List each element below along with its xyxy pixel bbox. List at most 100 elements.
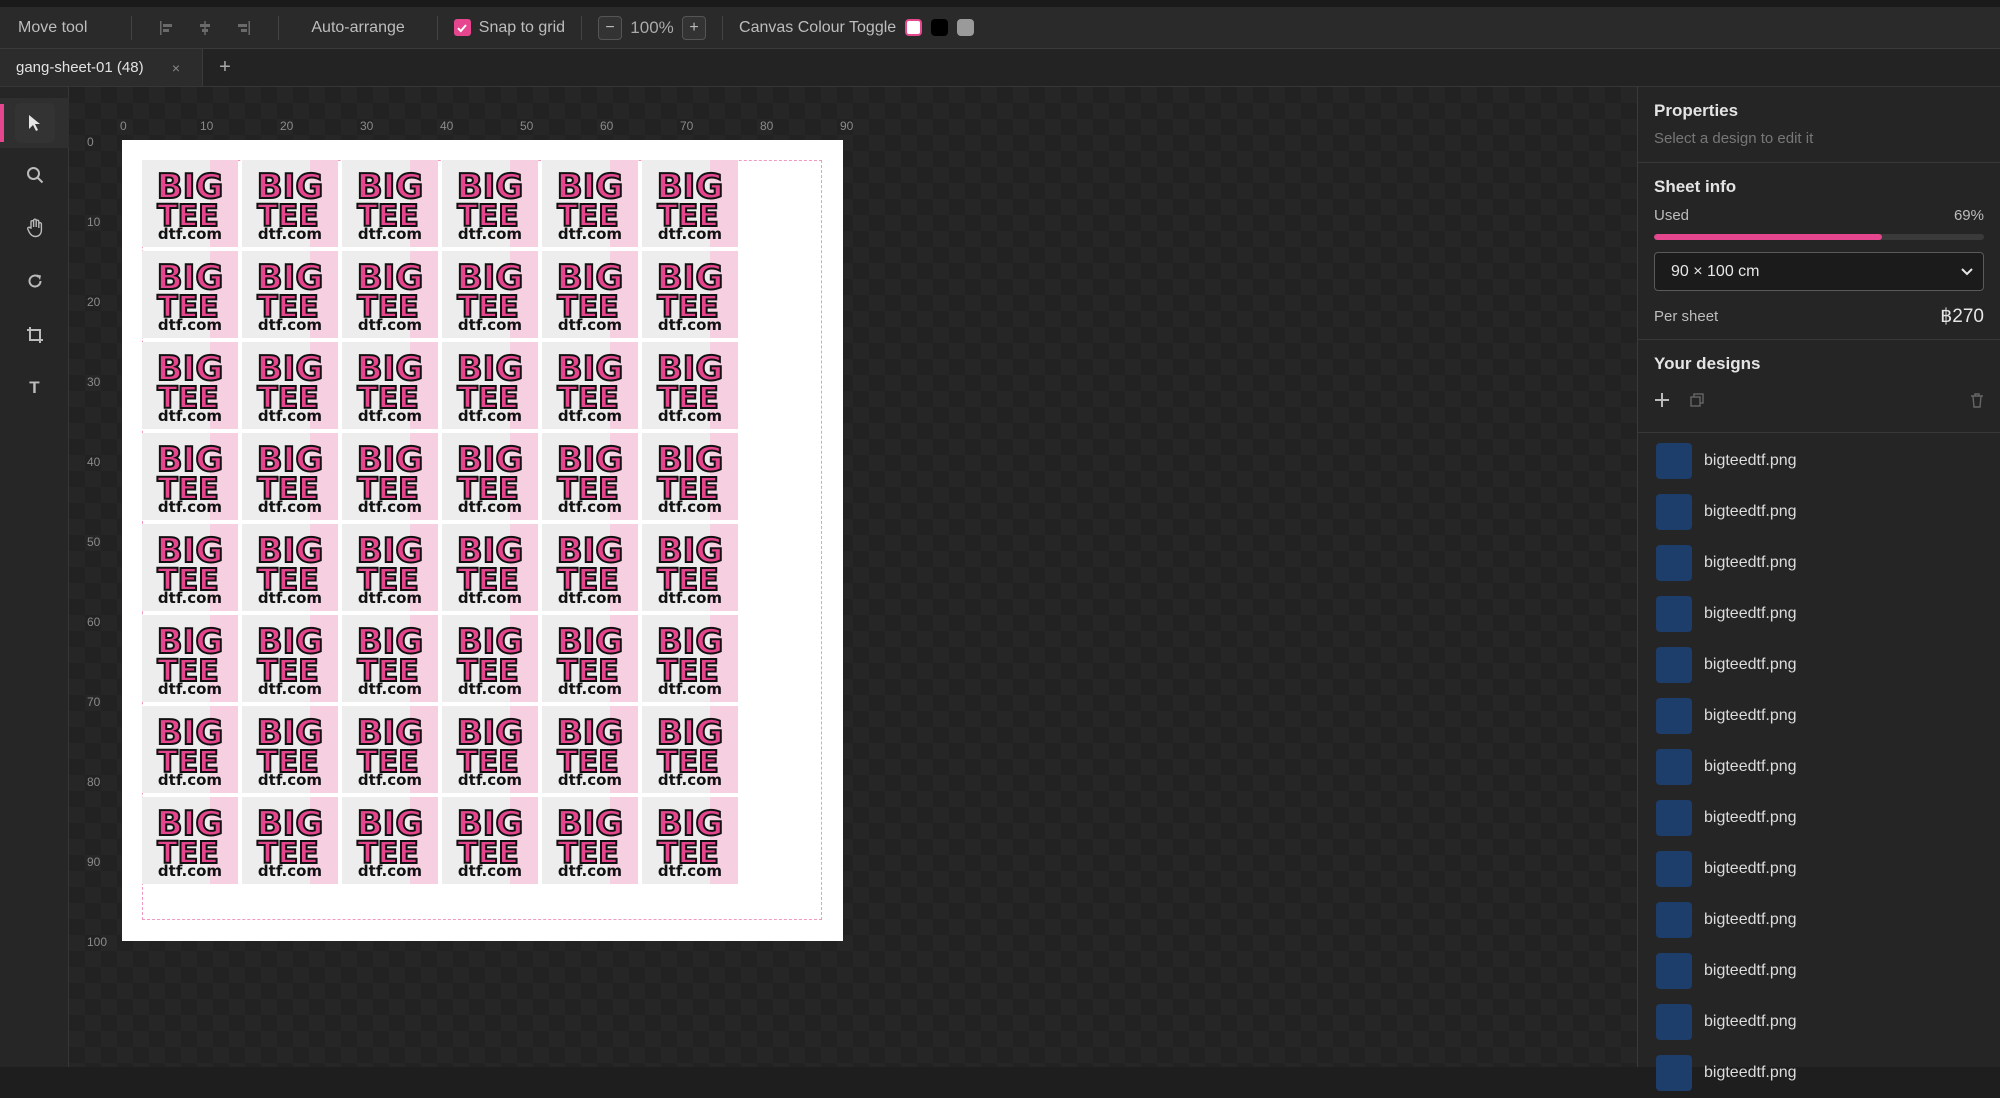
design-tile[interactable]: BIG TEE dtf.com: [342, 797, 438, 884]
design-tile[interactable]: BIG TEE dtf.com: [242, 160, 338, 247]
gang-sheet[interactable]: BIG TEE dtf.com BIG TEE dtf.com BIG TEE dtf.com B…: [122, 140, 843, 941]
tile-url-text: dtf.com: [458, 407, 522, 425]
design-tile[interactable]: BIG TEE dtf.com: [142, 524, 238, 611]
design-tile[interactable]: BIG TEE dtf.com: [442, 342, 538, 429]
canvas-colour-white-swatch[interactable]: [905, 19, 923, 36]
design-tile[interactable]: BIG TEE dtf.com: [542, 797, 638, 884]
design-tile[interactable]: BIG TEE dtf.com: [642, 160, 738, 247]
design-list-item[interactable]: bigteedtf.png: [1638, 435, 2000, 486]
design-tile[interactable]: BIG TEE dtf.com: [442, 160, 538, 247]
design-tile[interactable]: BIG TEE dtf.com: [642, 524, 738, 611]
design-tile[interactable]: BIG TEE dtf.com: [642, 433, 738, 520]
add-design-icon[interactable]: [1654, 392, 1670, 408]
design-tile[interactable]: BIG TEE dtf.com: [442, 706, 538, 793]
pointer-tool-button[interactable]: [0, 98, 69, 148]
tile-url-text: dtf.com: [558, 225, 622, 243]
design-tile[interactable]: BIG TEE dtf.com: [242, 251, 338, 338]
sheet-size-select[interactable]: 90 × 100 cm: [1654, 252, 1984, 291]
design-list-item[interactable]: bigteedtf.png: [1638, 537, 2000, 588]
design-artwork: BIGTEEdtf.com: [256, 621, 324, 698]
auto-arrange-button[interactable]: Auto-arrange: [295, 7, 420, 48]
duplicate-icon[interactable]: [1690, 393, 1704, 407]
design-tile[interactable]: BIG TEE dtf.com: [142, 706, 238, 793]
zoom-value: 100%: [630, 17, 674, 37]
tile-url-text: dtf.com: [158, 680, 222, 698]
design-artwork: BIGTEEdtf.com: [556, 803, 624, 880]
rotate-tool-button[interactable]: [0, 256, 69, 306]
design-list-item[interactable]: bigteedtf.png: [1638, 690, 2000, 741]
design-tile[interactable]: BIG TEE dtf.com: [542, 342, 638, 429]
trash-icon[interactable]: [1970, 392, 1984, 408]
design-tile[interactable]: BIG TEE dtf.com: [142, 615, 238, 702]
tab-close-icon[interactable]: ×: [172, 60, 180, 76]
zoom-tool-button[interactable]: [0, 150, 69, 200]
design-list-item[interactable]: bigteedtf.png: [1638, 996, 2000, 1047]
design-tile[interactable]: BIG TEE dtf.com: [342, 160, 438, 247]
crop-tool-button[interactable]: [0, 310, 69, 360]
design-tile[interactable]: BIG TEE dtf.com: [442, 433, 538, 520]
zoom-out-button[interactable]: −: [598, 15, 623, 40]
design-tile[interactable]: BIG TEE dtf.com: [342, 433, 438, 520]
add-tab-button[interactable]: +: [203, 49, 247, 86]
design-tile[interactable]: BIG TEE dtf.com: [342, 342, 438, 429]
align-center-icon[interactable]: [194, 17, 216, 39]
design-tile[interactable]: BIG TEE dtf.com: [242, 797, 338, 884]
design-list-item[interactable]: bigteedtf.png: [1638, 1047, 2000, 1098]
align-right-icon[interactable]: [232, 17, 254, 39]
design-tile[interactable]: BIG TEE dtf.com: [642, 706, 738, 793]
ruler-y-tick: 10: [87, 215, 101, 229]
text-tool-button[interactable]: T: [0, 363, 69, 413]
design-tile[interactable]: BIG TEE dtf.com: [542, 251, 638, 338]
design-tile[interactable]: BIG TEE dtf.com: [242, 706, 338, 793]
design-tile[interactable]: BIG TEE dtf.com: [142, 433, 238, 520]
design-tile[interactable]: BIG TEE dtf.com: [242, 524, 338, 611]
design-artwork: BIGTEEdtf.com: [656, 530, 724, 607]
design-tile[interactable]: BIG TEE dtf.com: [642, 615, 738, 702]
tab-gang-sheet[interactable]: gang-sheet-01 (48) ×: [0, 49, 203, 86]
snap-checkbox[interactable]: [453, 19, 471, 36]
design-tile[interactable]: BIG TEE dtf.com: [642, 251, 738, 338]
design-tile[interactable]: BIG TEE dtf.com: [242, 342, 338, 429]
design-tile[interactable]: BIG TEE dtf.com: [242, 433, 338, 520]
design-tile[interactable]: BIG TEE dtf.com: [142, 342, 238, 429]
align-left-icon[interactable]: [156, 17, 178, 39]
design-thumbnail: [1656, 493, 1692, 530]
divider: [722, 15, 724, 40]
design-tile[interactable]: BIG TEE dtf.com: [142, 160, 238, 247]
design-canvas[interactable]: 0 10 20 30 40 50 60 70 80 90 0 10 20 30 40 50 60 70 80 90 1…: [69, 87, 1637, 1067]
design-list-item[interactable]: bigteedtf.png: [1638, 894, 2000, 945]
design-tile[interactable]: BIG TEE dtf.com: [342, 251, 438, 338]
design-list-item[interactable]: bigteedtf.png: [1638, 588, 2000, 639]
canvas-colour-grey-swatch[interactable]: [957, 19, 975, 36]
design-tile[interactable]: BIG TEE dtf.com: [142, 251, 238, 338]
design-tile[interactable]: BIG TEE dtf.com: [442, 797, 538, 884]
design-tile[interactable]: BIG TEE dtf.com: [442, 615, 538, 702]
design-tile[interactable]: BIG TEE dtf.com: [542, 433, 638, 520]
tile-url-text: dtf.com: [258, 225, 322, 243]
design-tile[interactable]: BIG TEE dtf.com: [542, 524, 638, 611]
design-tile[interactable]: BIG TEE dtf.com: [542, 160, 638, 247]
design-list-item[interactable]: bigteedtf.png: [1638, 639, 2000, 690]
design-tile[interactable]: BIG TEE dtf.com: [142, 797, 238, 884]
design-tile[interactable]: BIG TEE dtf.com: [342, 615, 438, 702]
design-tile[interactable]: BIG TEE dtf.com: [342, 524, 438, 611]
design-tile[interactable]: BIG TEE dtf.com: [642, 797, 738, 884]
snap-to-grid-toggle[interactable]: Snap to grid: [453, 7, 565, 48]
design-tile[interactable]: BIG TEE dtf.com: [542, 706, 638, 793]
canvas-colour-black-swatch[interactable]: [931, 19, 949, 36]
design-list-item[interactable]: bigteedtf.png: [1638, 843, 2000, 894]
design-tile[interactable]: BIG TEE dtf.com: [242, 615, 338, 702]
design-artwork: BIGTEEdtf.com: [156, 803, 224, 880]
design-tile[interactable]: BIG TEE dtf.com: [542, 615, 638, 702]
hand-tool-button[interactable]: [0, 203, 69, 253]
usage-progress-fill: [1654, 234, 1882, 240]
design-tile[interactable]: BIG TEE dtf.com: [442, 524, 538, 611]
design-list-item[interactable]: bigteedtf.png: [1638, 792, 2000, 843]
design-tile[interactable]: BIG TEE dtf.com: [342, 706, 438, 793]
design-list-item[interactable]: bigteedtf.png: [1638, 486, 2000, 537]
design-tile[interactable]: BIG TEE dtf.com: [642, 342, 738, 429]
design-list-item[interactable]: bigteedtf.png: [1638, 741, 2000, 792]
zoom-in-button[interactable]: +: [682, 15, 707, 40]
design-list-item[interactable]: bigteedtf.png: [1638, 945, 2000, 996]
design-tile[interactable]: BIG TEE dtf.com: [442, 251, 538, 338]
